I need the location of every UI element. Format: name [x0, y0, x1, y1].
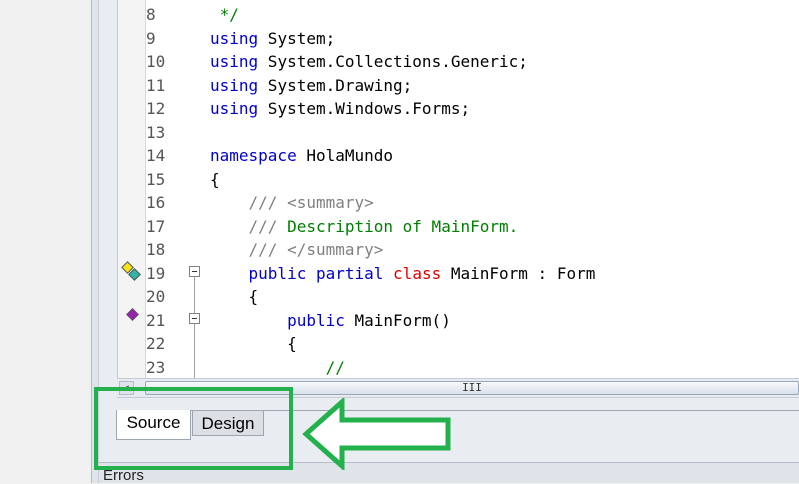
- line-number: 21: [146, 310, 166, 330]
- code-text: /// <summary>: [210, 191, 374, 214]
- code-text: //: [210, 356, 345, 379]
- left-arrow-icon: [302, 398, 451, 470]
- code-token: using: [210, 99, 259, 118]
- code-token: System.Collections.Generic;: [258, 52, 528, 71]
- code-token: MainForm : Form: [441, 263, 596, 283]
- code-line[interactable]: 21 public MainForm(): [118, 309, 799, 332]
- code-token: {: [210, 334, 297, 353]
- fold-guide-line: [194, 277, 195, 313]
- code-text: {: [210, 168, 220, 191]
- line-number: 19: [146, 263, 166, 283]
- code-token: Description of MainForm.: [287, 216, 519, 236]
- code-line[interactable]: 10 using System.Collections.Generic;: [118, 50, 799, 73]
- code-token: using: [210, 52, 259, 71]
- code-token: HolaMundo: [296, 146, 394, 165]
- code-token: MainForm(): [344, 310, 451, 330]
- fold-guide-line: [194, 324, 195, 378]
- line-number: 17: [146, 216, 166, 236]
- code-token: <summary>: [287, 193, 374, 212]
- code-text: public MainForm(): [210, 309, 451, 332]
- code-line[interactable]: 15 {: [118, 168, 799, 191]
- line-number: 11: [146, 75, 166, 95]
- code-line[interactable]: 11 using System.Drawing;: [118, 74, 799, 97]
- code-token: ///: [210, 240, 288, 259]
- code-text: namespace HolaMundo: [210, 144, 393, 167]
- code-token: {: [210, 287, 259, 306]
- code-line[interactable]: 22 {: [118, 332, 799, 355]
- line-number: 8: [146, 5, 156, 24]
- code-line[interactable]: 16 /// <summary>: [118, 191, 799, 214]
- code-text: using System.Collections.Generic;: [210, 50, 528, 73]
- line-number: 9: [146, 28, 156, 48]
- code-token: //: [210, 357, 345, 377]
- code-token: {: [210, 169, 220, 189]
- code-line[interactable]: 9 using System;: [118, 27, 799, 50]
- code-token: using: [210, 28, 259, 48]
- code-editor[interactable]: 8 */9 using System; 10 using System.Collect…: [117, 0, 799, 378]
- code-token: public: [210, 310, 345, 330]
- collapse-class-icon[interactable]: [189, 266, 200, 277]
- code-text: using System.Drawing;: [210, 74, 412, 97]
- code-text: using System.Windows.Forms;: [210, 97, 470, 120]
- code-text: /// </summary>: [210, 238, 384, 261]
- code-token: using: [210, 75, 259, 95]
- line-number: 22: [146, 334, 166, 353]
- code-token: </summary>: [287, 240, 384, 259]
- code-text: using System;: [210, 27, 335, 50]
- line-number: 20: [146, 287, 166, 306]
- code-token: System.Drawing;: [258, 75, 413, 95]
- code-token: */: [210, 5, 239, 24]
- code-line[interactable]: 12 using System.Windows.Forms;: [118, 97, 799, 120]
- line-number: 12: [146, 99, 166, 118]
- code-token: System.Windows.Forms;: [258, 99, 471, 118]
- highlight-box: [94, 387, 293, 470]
- line-number: 15: [146, 169, 166, 189]
- line-number: 14: [146, 146, 166, 165]
- line-number: 10: [146, 52, 166, 71]
- code-text: {: [210, 285, 259, 308]
- code-token: public: [210, 263, 307, 283]
- code-text: public partial class MainForm : Form: [210, 262, 596, 285]
- code-line[interactable]: 23 //: [118, 356, 799, 379]
- code-line[interactable]: 17 /// Description of MainForm.: [118, 215, 799, 238]
- code-token: partial: [315, 263, 384, 283]
- code-line[interactable]: 13: [118, 121, 799, 144]
- code-line[interactable]: 8 */: [118, 3, 799, 26]
- line-number: 16: [146, 193, 166, 212]
- code-line[interactable]: 20 {: [118, 285, 799, 308]
- code-line[interactable]: 18 /// </summary>: [118, 238, 799, 261]
- code-token: System;: [258, 28, 336, 48]
- code-token: ///: [210, 193, 288, 212]
- code-token: ///: [210, 216, 288, 236]
- code-line[interactable]: 14 namespace HolaMundo: [118, 144, 799, 167]
- left-panel: [0, 0, 91, 483]
- scroll-grip: III: [462, 381, 482, 394]
- code-text: /// Description of MainForm.: [210, 215, 519, 238]
- collapse-method-icon[interactable]: [189, 313, 200, 324]
- code-token: namespace: [210, 146, 297, 165]
- line-number: 13: [146, 122, 166, 142]
- line-number: 23: [146, 357, 166, 377]
- code-token: class: [393, 263, 442, 283]
- code-text: */: [210, 3, 239, 26]
- code-text: {: [210, 332, 297, 355]
- code-line[interactable]: 19 public partial class MainForm : Form: [118, 262, 799, 285]
- line-number: 18: [146, 240, 166, 259]
